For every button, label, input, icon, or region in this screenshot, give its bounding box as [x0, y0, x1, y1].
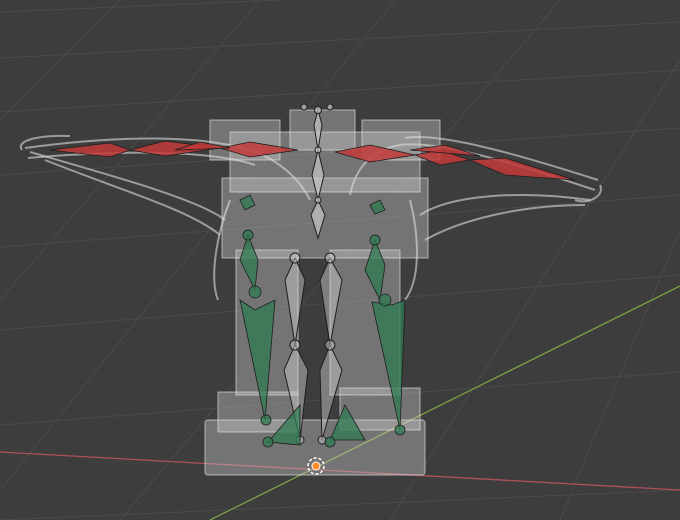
3d-viewport[interactable] [0, 0, 680, 520]
viewport-canvas[interactable] [0, 0, 680, 520]
left-arm-bones[interactable] [49, 140, 299, 158]
